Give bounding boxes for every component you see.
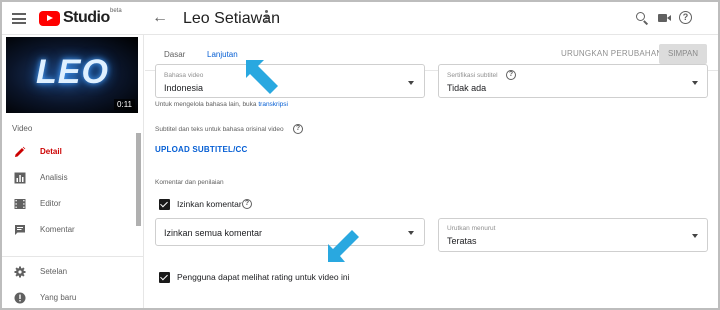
gear-icon — [14, 266, 26, 278]
comment-mode-select[interactable]: Izinkan semua komentar — [155, 218, 425, 246]
sidebar-item-label: Editor — [40, 199, 61, 208]
comment-icon — [15, 225, 25, 235]
sort-by-value: Teratas — [447, 236, 477, 246]
show-rating-checkbox[interactable] — [159, 272, 170, 283]
youtube-logo-icon[interactable] — [39, 11, 60, 26]
transcription-link[interactable]: transkripsi — [258, 101, 288, 108]
subtitle-cert-label: Sertifikasi subtitel — [447, 72, 498, 79]
tab-dasar[interactable]: Dasar — [164, 50, 185, 59]
upload-subtitles-button[interactable]: UPLOAD SUBTITEL/CC — [155, 145, 248, 154]
sidebar-item-komentar[interactable]: Komentar — [2, 217, 138, 243]
video-thumbnail[interactable]: LEO 0:11 — [6, 37, 138, 113]
help-icon[interactable]: ? — [242, 199, 252, 209]
sort-by-label: Urutkan menurut — [447, 225, 496, 232]
sidebar-item-label: Detail — [40, 147, 62, 156]
sidebar-item-label: Yang baru — [40, 293, 77, 302]
sidebar-scrollbar[interactable] — [136, 133, 141, 226]
video-language-value: Indonesia — [164, 83, 204, 93]
helper-text: Untuk mengelola bahasa lain, buka — [155, 101, 257, 108]
chevron-down-icon — [692, 234, 698, 238]
video-duration: 0:11 — [114, 99, 135, 110]
sidebar-item-editor[interactable]: Editor — [2, 191, 138, 217]
sidebar-item-label: Komentar — [40, 225, 75, 234]
comments-section-label: Komentar dan penilaian — [155, 179, 224, 186]
analytics-icon — [14, 172, 26, 184]
language-helper-text: Untuk mengelola bahasa lain, buka transk… — [155, 101, 288, 108]
chevron-down-icon — [408, 81, 414, 85]
sort-by-select[interactable]: Urutkan menurut Teratas — [438, 218, 708, 252]
sidebar-divider — [2, 256, 143, 257]
sidebar-item-detail[interactable]: Detail — [2, 139, 138, 165]
chevron-down-icon — [408, 231, 414, 235]
pencil-icon — [15, 146, 26, 157]
tab-lanjutan[interactable]: Lanjutan — [207, 50, 238, 59]
comment-mode-value: Izinkan semua komentar — [164, 228, 263, 238]
thumbnail-text: LEO — [36, 53, 109, 91]
show-rating-label: Pengguna dapat melihat rating untuk vide… — [177, 272, 350, 282]
sidebar-item-label: Setelan — [40, 267, 68, 276]
video-language-select[interactable]: Bahasa video Indonesia — [155, 64, 425, 98]
beta-badge: beta — [110, 8, 122, 14]
subtitles-section-label: Subtitel dan teks untuk bahasa orisinal … — [155, 126, 284, 133]
help-icon[interactable]: ? — [293, 124, 303, 134]
create-video-icon[interactable] — [658, 11, 672, 25]
more-vert-icon[interactable] — [265, 10, 269, 26]
undo-changes-button[interactable]: URUNGKAN PERUBAHAN — [561, 49, 662, 58]
alert-icon — [14, 292, 26, 304]
sidebar-section-label: Video — [12, 124, 33, 133]
sidebar-item-label: Analisis — [40, 173, 68, 182]
sidebar: LEO 0:11 Video Detail Analisis Editor Ko… — [2, 35, 144, 308]
sidebar-item-analisis[interactable]: Analisis — [2, 165, 138, 191]
video-language-label: Bahasa video — [164, 72, 204, 79]
annotation-arrow-icon — [246, 60, 278, 94]
film-icon — [14, 199, 26, 209]
search-icon[interactable] — [635, 11, 649, 25]
allow-comments-label: Izinkan komentar — [177, 199, 242, 209]
help-icon[interactable]: ? — [506, 70, 516, 80]
save-button[interactable]: SIMPAN — [659, 44, 707, 64]
subtitle-cert-value: Tidak ada — [447, 83, 487, 93]
chevron-down-icon — [692, 81, 698, 85]
menu-icon[interactable] — [12, 13, 26, 24]
sidebar-item-yang-baru[interactable]: Yang baru — [2, 285, 138, 308]
top-bar: Studio beta ← Leo Setiawan ? — [2, 2, 718, 35]
annotation-arrow-icon — [328, 230, 359, 262]
help-icon[interactable]: ? — [679, 11, 692, 24]
back-arrow-icon[interactable]: ← — [152, 9, 168, 27]
allow-comments-checkbox[interactable] — [159, 199, 170, 210]
studio-window: Studio beta ← Leo Setiawan ? LEO 0:11 Vi… — [0, 0, 720, 310]
subtitle-cert-select[interactable]: Sertifikasi subtitel ? Tidak ada — [438, 64, 708, 98]
sidebar-item-setelan[interactable]: Setelan — [2, 259, 138, 285]
app-name[interactable]: Studio — [63, 9, 110, 27]
